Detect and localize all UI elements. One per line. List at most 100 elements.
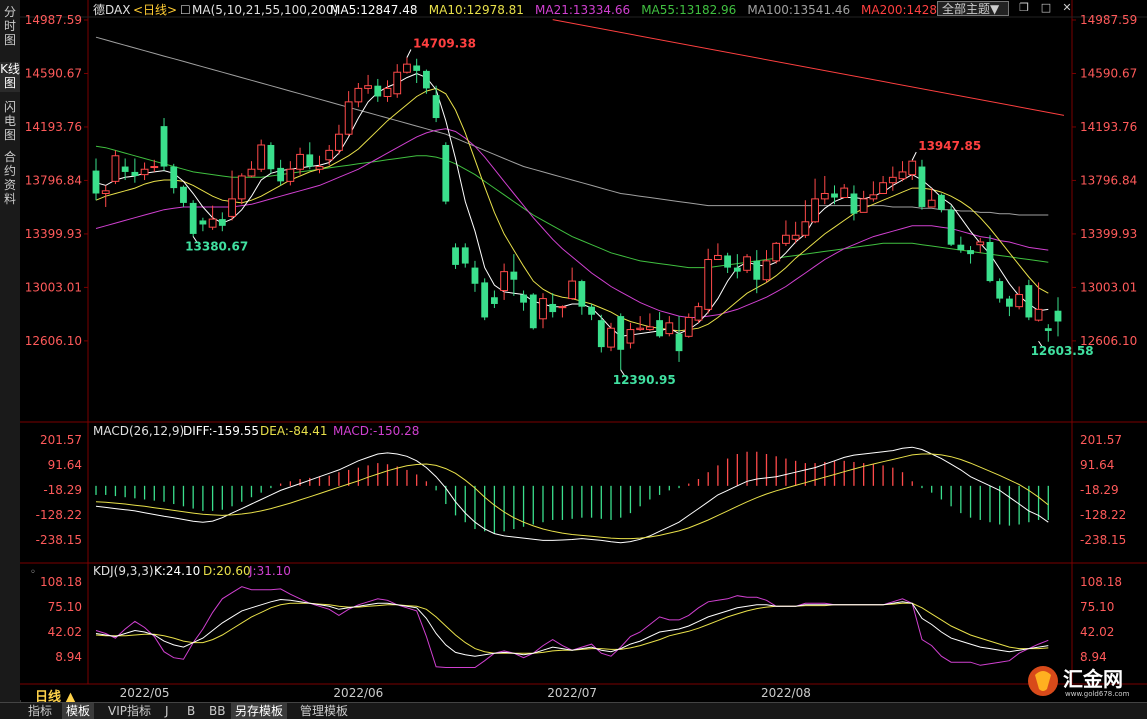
candle — [684, 313, 693, 338]
candle-body — [481, 282, 489, 318]
candle-body — [325, 149, 334, 161]
candle-body — [724, 255, 732, 268]
date-axis-label: 2022/07 — [547, 686, 597, 700]
kdj-axis-label-left: 8.94 — [55, 650, 82, 664]
price-annotation: 14709.38 — [413, 36, 476, 50]
candle-body — [772, 242, 781, 262]
price-annotation: 12390.95 — [613, 373, 676, 387]
candle-body — [607, 327, 615, 348]
restore-icon[interactable]: ❐ — [1017, 2, 1031, 14]
bottom-tab-0[interactable]: 指标 — [24, 703, 56, 719]
bottom-tab-5[interactable]: BB — [205, 703, 229, 719]
candle — [442, 142, 450, 205]
price-axis-label-right: 13796.84 — [1080, 173, 1137, 187]
candle-body — [111, 155, 120, 182]
price-annotation: 13947.85 — [918, 139, 981, 153]
macd-value: MACD:-150.28 — [333, 424, 419, 438]
price-axis-label-left: 14193.76 — [25, 120, 82, 134]
bottom-tab-1[interactable]: 模板 — [62, 703, 95, 719]
candle-body — [315, 166, 324, 170]
candle-body — [996, 281, 1004, 299]
bottom-tab-6[interactable]: 另存模板 — [231, 703, 288, 719]
candle-body — [364, 85, 372, 89]
macd-diff: DIFF:-159.55 — [183, 424, 259, 438]
macd-label: MACD(26,12,9) — [93, 424, 184, 438]
candle-body — [733, 267, 741, 272]
candle-body — [461, 247, 469, 264]
candle — [267, 142, 275, 174]
candle-body — [403, 63, 411, 73]
settings-icon[interactable]: ◦ — [30, 567, 36, 578]
macd-axis-label-left: 91.64 — [48, 458, 82, 472]
candle-body — [199, 220, 207, 225]
price-axis-label-right: 12606.10 — [1080, 334, 1137, 348]
candle-body — [811, 198, 819, 223]
side-tab-2[interactable]: 闪电图 — [0, 100, 20, 144]
candle — [481, 278, 489, 321]
ma-label: MA(5,10,21,55,100,200) — [192, 3, 338, 17]
candle-body — [626, 329, 635, 344]
logo-url: www.gold678.com — [1065, 690, 1130, 698]
zoom-icon[interactable]: □ — [1039, 2, 1053, 14]
side-tab-1[interactable]: K线图 — [0, 62, 20, 92]
bottom-tab-3[interactable]: J — [161, 703, 173, 719]
price-axis-label-left: 14590.67 — [25, 66, 82, 80]
candle-body — [92, 170, 100, 194]
side-tab-3[interactable]: 合约资料 — [0, 150, 20, 210]
candle-body — [879, 182, 887, 194]
date-axis-label: 2022/05 — [120, 686, 170, 700]
side-tabs: 分时图 K线图闪电图合约资料 — [0, 0, 21, 718]
candle-body — [383, 87, 392, 97]
candle-body — [957, 244, 965, 251]
price-annotation: 13380.67 — [185, 240, 248, 254]
close-icon[interactable]: ✕ — [1060, 2, 1074, 14]
candle-body — [121, 166, 129, 172]
price-axis-label-left: 13796.84 — [25, 173, 82, 187]
candle-body — [189, 202, 197, 234]
candle-body — [286, 168, 295, 182]
kdj-axis-label-left: 75.10 — [48, 600, 82, 614]
candle — [772, 241, 781, 264]
kdj-axis-label-right: 42.02 — [1080, 625, 1114, 639]
candle-body — [296, 153, 304, 170]
candle-body — [617, 316, 625, 350]
candle-body — [713, 254, 722, 261]
bottom-tab-2[interactable]: VIP指标 — [104, 703, 155, 719]
candle-body — [908, 160, 917, 176]
chart-area[interactable]: 14709.38 13380.67 12390.95 13947.85 12603.58… — [20, 0, 1147, 700]
side-tab-0[interactable]: 分时图 — [0, 5, 20, 53]
candle-body — [888, 176, 897, 184]
symbol-label: 德DAX — [93, 2, 130, 17]
candle-body — [247, 168, 256, 177]
bottom-tab-7[interactable]: 管理模板 — [296, 703, 352, 719]
price-axis-label-right: 13399.93 — [1080, 227, 1137, 241]
candle-body — [208, 218, 217, 228]
bottom-toolbar: 指标 模板 VIP指标 J B BB 另存模板 管理模板 — [0, 702, 1147, 719]
ma-value-4: MA100:13541.46 — [747, 3, 850, 17]
candle-body — [840, 187, 849, 199]
candle-body — [1034, 308, 1043, 321]
period-tag[interactable]: <日线> — [133, 3, 177, 17]
kdj-axis-label-left: 42.02 — [48, 625, 82, 639]
candle-body — [1015, 294, 1024, 308]
candle-body — [976, 241, 985, 246]
macd-axis-label-right: -128.22 — [1080, 508, 1126, 522]
ma-value-1: MA10:12978.81 — [429, 3, 524, 17]
price-axis-label-right: 14987.59 — [1080, 13, 1137, 27]
grid — [20, 0, 1147, 700]
candle-body — [782, 234, 790, 244]
candle-body — [947, 209, 955, 245]
candle-body — [588, 306, 595, 315]
candle-body — [967, 250, 974, 255]
candle-body — [1054, 310, 1062, 322]
price-axis-label-left: 13399.93 — [25, 227, 82, 241]
candle-body — [267, 144, 275, 170]
theme-select[interactable]: 全部主题▼ — [937, 1, 1009, 16]
candle-body — [306, 154, 314, 167]
macd-axis-label-left: -18.29 — [43, 483, 82, 497]
candle-body — [491, 297, 498, 304]
kline-chart-svg[interactable]: 14709.3813380.6712390.9513947.8512603.58… — [20, 0, 1147, 700]
candle-body — [597, 320, 605, 348]
candle-body — [704, 259, 713, 310]
bottom-tab-4[interactable]: B — [183, 703, 199, 719]
